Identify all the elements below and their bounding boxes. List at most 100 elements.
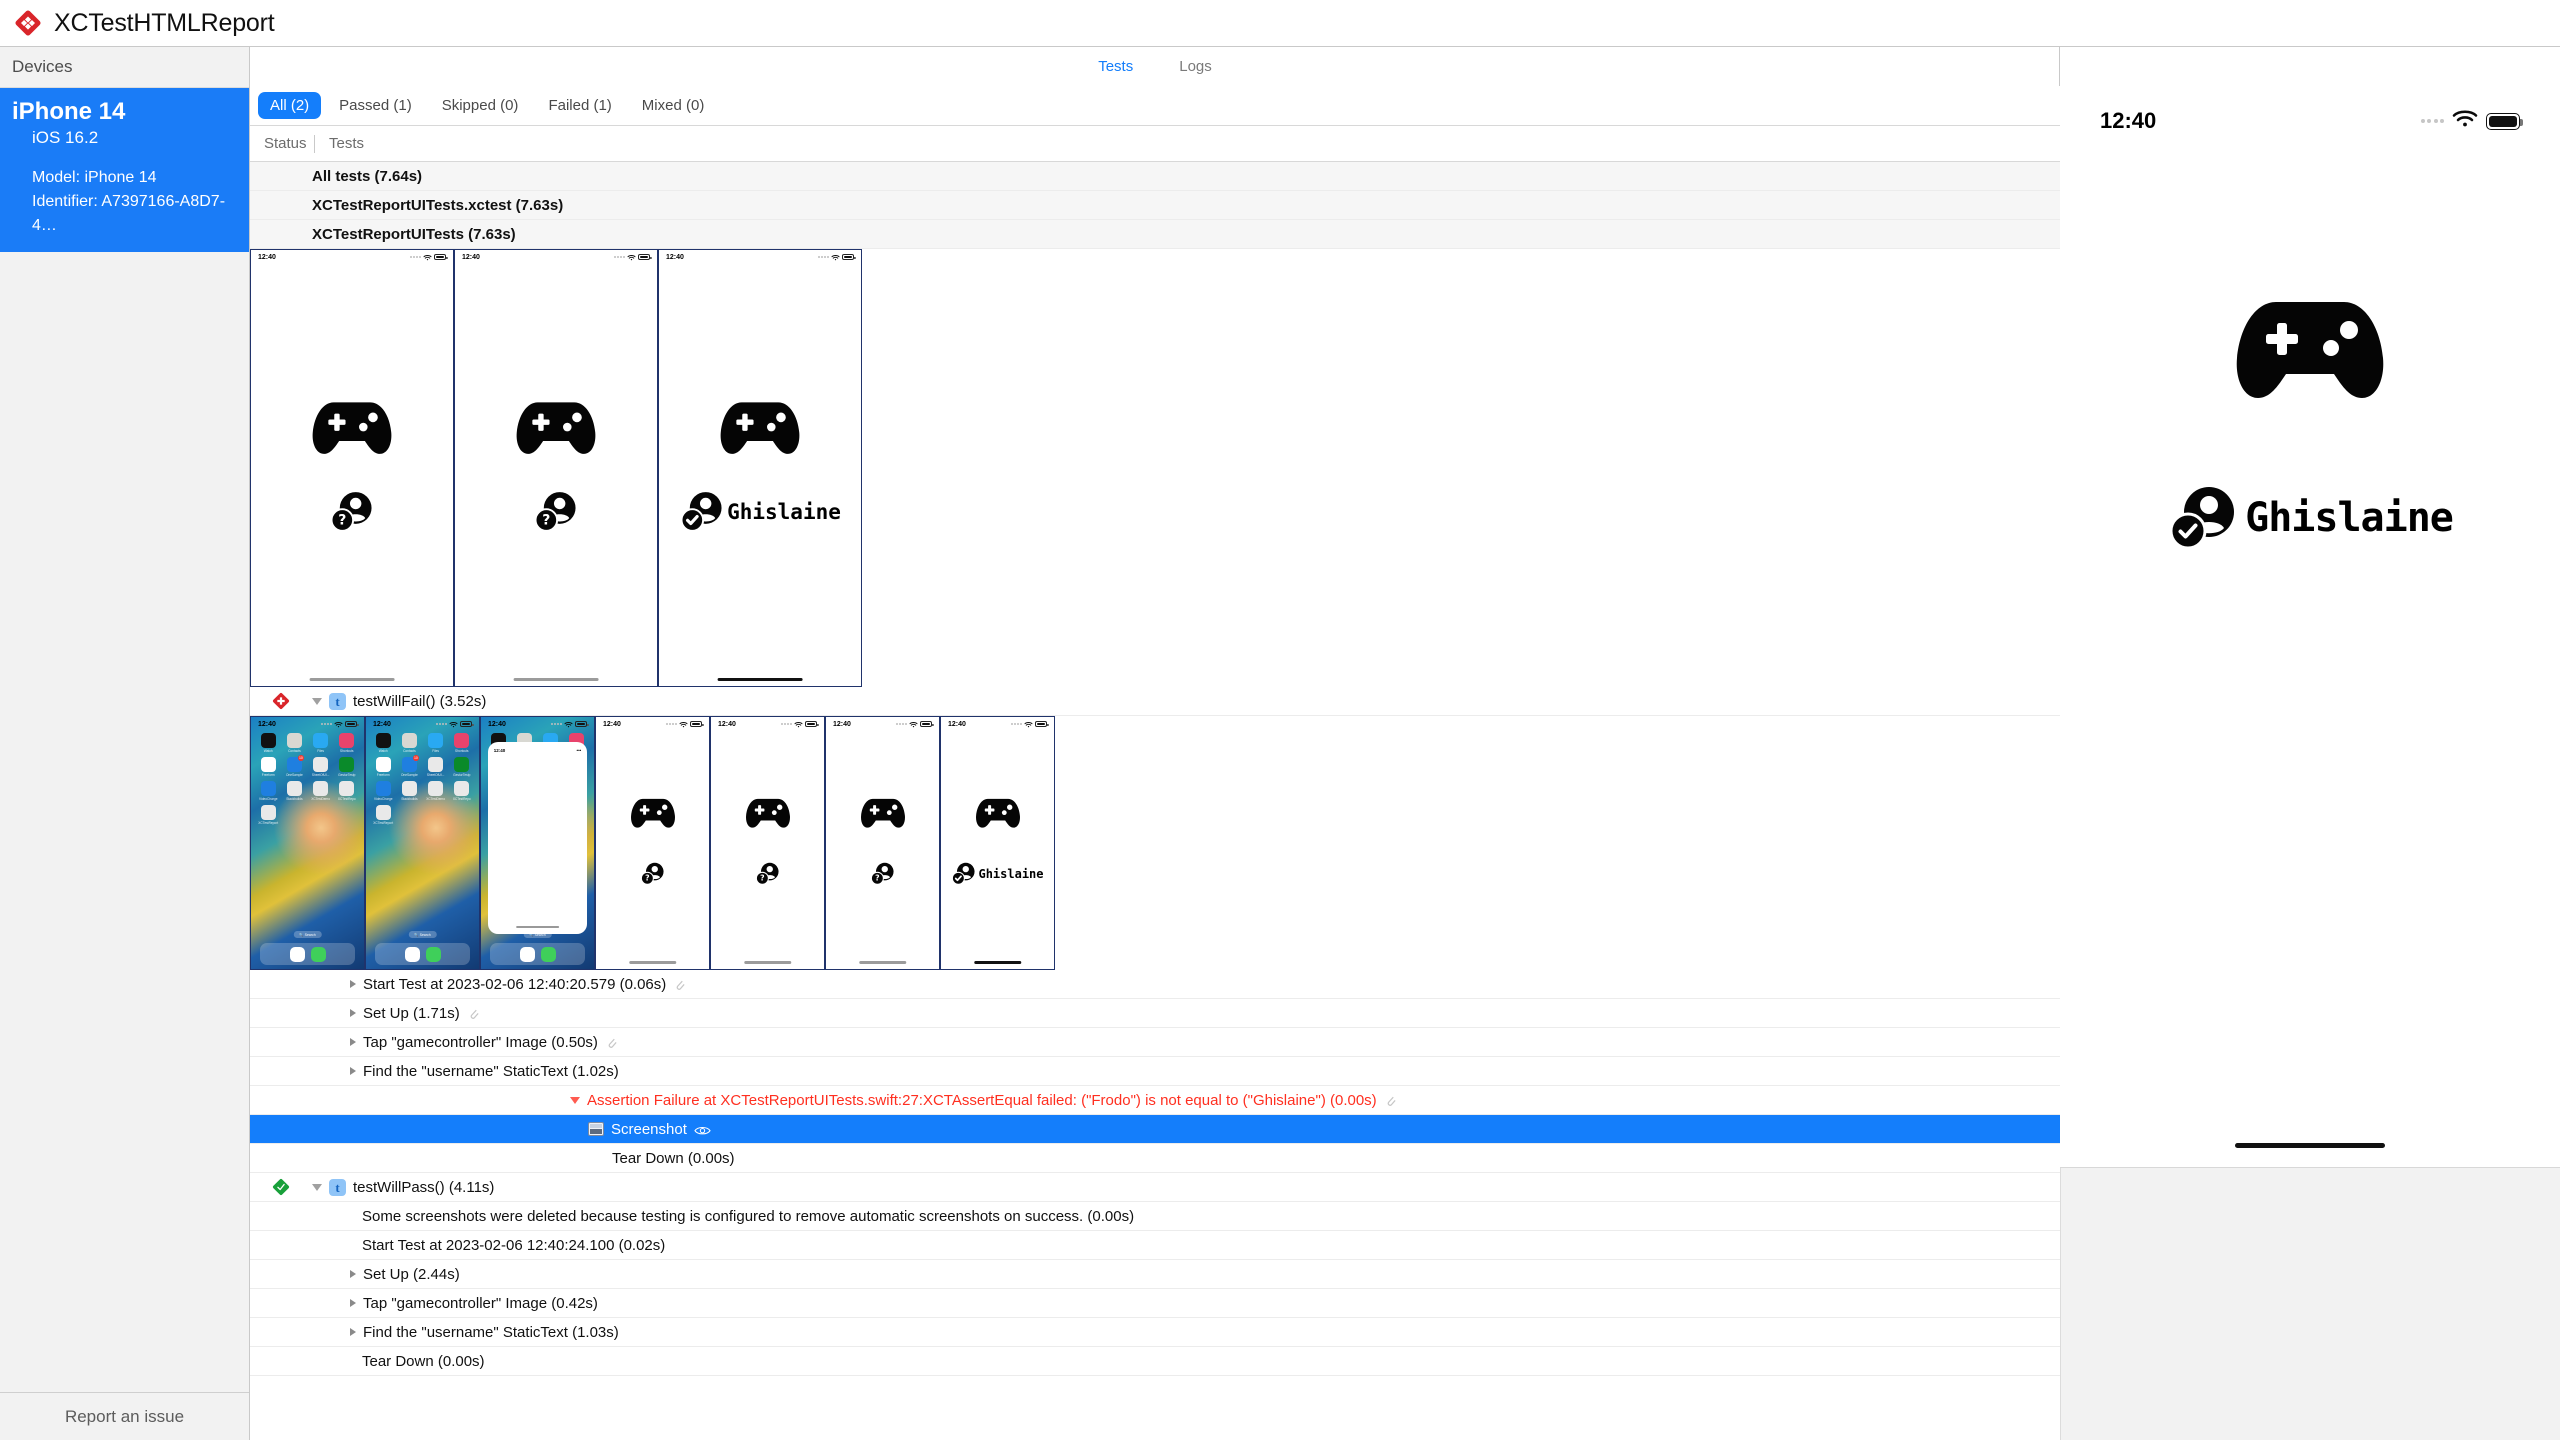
tab-logs[interactable]: Logs xyxy=(1179,58,1212,75)
safari-icon[interactable] xyxy=(289,946,305,962)
screenshot-thumbnail[interactable]: 12:40 Ghislaine xyxy=(658,249,862,687)
screenshot-thumbnail[interactable]: 12:40? xyxy=(595,716,710,970)
home-app-icon[interactable]: XCTestRepo xyxy=(450,781,473,801)
home-app-icon[interactable]: Stackbuilds xyxy=(398,781,421,801)
gamecontroller-icon[interactable] xyxy=(629,797,677,833)
screenshot-thumbnail[interactable]: WatchContactsFilesShortcuts Freeform10One… xyxy=(250,716,365,970)
home-app-icon[interactable]: Watch xyxy=(257,733,280,753)
pass-note-row: Some screenshots were deleted because te… xyxy=(250,1202,2060,1231)
home-app-icon[interactable]: Contacts xyxy=(283,733,306,753)
chevron-right-icon[interactable] xyxy=(350,1299,356,1307)
home-app-icon[interactable]: SheetOfUI... xyxy=(309,757,332,777)
home-app-icon[interactable]: XCTestDemo xyxy=(424,781,447,801)
safari-icon[interactable] xyxy=(404,946,420,962)
filter-failed[interactable]: Failed (1) xyxy=(536,92,623,119)
activity-row[interactable]: Tap "gamecontroller" Image (0.42s) xyxy=(250,1289,2060,1318)
activity-row[interactable]: Find the "username" StaticText (1.02s) xyxy=(250,1057,2060,1086)
gamecontroller-icon[interactable] xyxy=(513,399,599,461)
chevron-right-icon[interactable] xyxy=(350,1328,356,1336)
gamecontroller-icon[interactable] xyxy=(859,797,907,833)
paperclip-icon[interactable] xyxy=(1384,1093,1397,1107)
chevron-right-icon[interactable] xyxy=(350,1009,356,1017)
chevron-right-icon[interactable] xyxy=(350,1270,356,1278)
home-app-icon[interactable]: XCTestDemo xyxy=(309,781,332,801)
report-an-issue-link[interactable]: Report an issue xyxy=(0,1392,249,1440)
activity-row-teardown[interactable]: Tear Down (0.00s) xyxy=(250,1144,2060,1173)
home-app-icon[interactable]: Watch xyxy=(372,733,395,753)
launching-app-card: 12:40 ••• xyxy=(487,742,588,934)
phone-clock: 12:40 xyxy=(488,720,506,728)
screenshot-thumbnail[interactable]: 12:40? xyxy=(825,716,940,970)
tab-tests[interactable]: Tests xyxy=(1098,58,1133,75)
home-app-icon[interactable]: Files xyxy=(424,733,447,753)
screenshot-thumbnail[interactable]: 12:40 Ghislaine xyxy=(940,716,1055,970)
tree-row-test-will-fail[interactable]: t testWillFail() (3.52s) xyxy=(250,687,2060,716)
activity-row[interactable]: Tap "gamecontroller" Image (0.50s) xyxy=(250,1028,2060,1057)
paperclip-icon[interactable] xyxy=(467,1006,480,1020)
activity-row-teardown[interactable]: Tear Down (0.00s) xyxy=(250,1347,2060,1376)
home-app-label: Shortcuts xyxy=(455,749,469,753)
home-app-icon[interactable]: Freeform xyxy=(372,757,395,777)
filter-mixed[interactable]: Mixed (0) xyxy=(630,92,717,119)
chevron-right-icon[interactable] xyxy=(350,980,356,988)
filter-all[interactable]: All (2) xyxy=(258,92,322,119)
home-app-icon[interactable]: SheetOfUI... xyxy=(424,757,447,777)
home-app-icon[interactable]: Shortcuts xyxy=(335,733,358,753)
tree-row-test-will-pass[interactable]: t testWillPass() (4.11s) xyxy=(250,1173,2060,1202)
chevron-right-icon[interactable] xyxy=(350,1038,356,1046)
eye-icon[interactable] xyxy=(694,1123,711,1135)
home-app-icon[interactable]: GesturTestp xyxy=(450,757,473,777)
gamecontroller-icon[interactable] xyxy=(974,797,1022,833)
chevron-right-icon[interactable] xyxy=(350,1067,356,1075)
home-search-pill[interactable]: 🔍 Search xyxy=(293,931,322,938)
activity-label: Set Up (2.44s) xyxy=(363,1265,460,1283)
home-app-icon[interactable]: XCTestReport xyxy=(257,805,280,825)
filter-passed[interactable]: Passed (1) xyxy=(327,92,424,119)
chevron-down-icon[interactable] xyxy=(312,1183,322,1191)
home-app-icon[interactable]: 10 OneSample xyxy=(283,755,306,777)
paperclip-icon[interactable] xyxy=(605,1035,618,1049)
activity-row[interactable]: Find the "username" StaticText (1.03s) xyxy=(250,1318,2060,1347)
chevron-down-icon[interactable] xyxy=(312,697,322,705)
screenshot-thumbnail[interactable]: 12:40? xyxy=(250,249,454,687)
home-app-icon[interactable]: Contacts xyxy=(398,733,421,753)
home-app-icon[interactable]: XCTestReport xyxy=(372,805,395,825)
screenshot-strip-test-will-fail[interactable]: Watch Contacts Files Shortcuts Freeform 10 One… xyxy=(250,716,2060,970)
screenshot-thumbnail[interactable]: WatchContactsFilesShortcutsFreeform10One… xyxy=(480,716,595,970)
messages-icon[interactable] xyxy=(425,946,441,962)
home-app-icon[interactable]: VideoCharge xyxy=(257,781,280,801)
gamecontroller-icon[interactable] xyxy=(717,399,803,461)
activity-row[interactable]: Set Up (2.44s) xyxy=(250,1260,2060,1289)
paperclip-icon[interactable] xyxy=(673,977,686,991)
tree-row-suite[interactable]: XCTestReportUITests (7.63s) xyxy=(250,220,2060,249)
tree-row-bundle[interactable]: XCTestReportUITests.xctest (7.63s) xyxy=(250,191,2060,220)
home-app-icon[interactable]: Files xyxy=(309,733,332,753)
activity-row[interactable]: Start Test at 2023-02-06 12:40:24.100 (0… xyxy=(250,1231,2060,1260)
messages-icon[interactable] xyxy=(540,946,556,962)
gamecontroller-icon[interactable] xyxy=(309,399,395,461)
messages-icon[interactable] xyxy=(310,946,326,962)
tree-row-all-tests[interactable]: All tests (7.64s) xyxy=(250,162,2060,191)
activity-row[interactable]: Start Test at 2023-02-06 12:40:20.579 (0… xyxy=(250,970,2060,999)
screenshot-strip-suite[interactable]: 12:40? 12:40? 12:40 Ghislaine xyxy=(250,249,2060,687)
screenshot-attachment-row[interactable]: Screenshot xyxy=(250,1115,2060,1144)
screenshot-thumbnail[interactable]: 12:40? xyxy=(454,249,658,687)
safari-icon[interactable] xyxy=(519,946,535,962)
chevron-down-icon[interactable] xyxy=(570,1096,580,1104)
home-app-icon[interactable]: Freeform xyxy=(257,757,280,777)
home-app-icon[interactable]: GesturTestp xyxy=(335,757,358,777)
screenshot-thumbnail[interactable]: 12:40? xyxy=(710,716,825,970)
column-status: Status xyxy=(264,135,307,152)
filter-skipped[interactable]: Skipped (0) xyxy=(430,92,531,119)
screenshot-thumbnail[interactable]: WatchContactsFiles Shortcuts Freeform10One… xyxy=(365,716,480,970)
home-app-icon[interactable]: 10 OneSample xyxy=(398,755,421,777)
home-app-icon[interactable]: VideoCharge xyxy=(372,781,395,801)
assertion-failure-row[interactable]: Assertion Failure at XCTestReportUITests… xyxy=(250,1086,2060,1115)
home-app-icon[interactable]: Shortcuts xyxy=(450,733,473,753)
activity-row[interactable]: Set Up (1.71s) xyxy=(250,999,2060,1028)
home-app-icon[interactable]: XCTestRepo xyxy=(335,781,358,801)
home-search-pill[interactable]: 🔍 Search xyxy=(408,931,437,938)
sidebar-item-iphone-14[interactable]: iPhone 14 iOS 16.2 Model: iPhone 14 Iden… xyxy=(0,88,249,252)
gamecontroller-icon[interactable] xyxy=(744,797,792,833)
home-app-icon[interactable]: Stackbuilds xyxy=(283,781,306,801)
